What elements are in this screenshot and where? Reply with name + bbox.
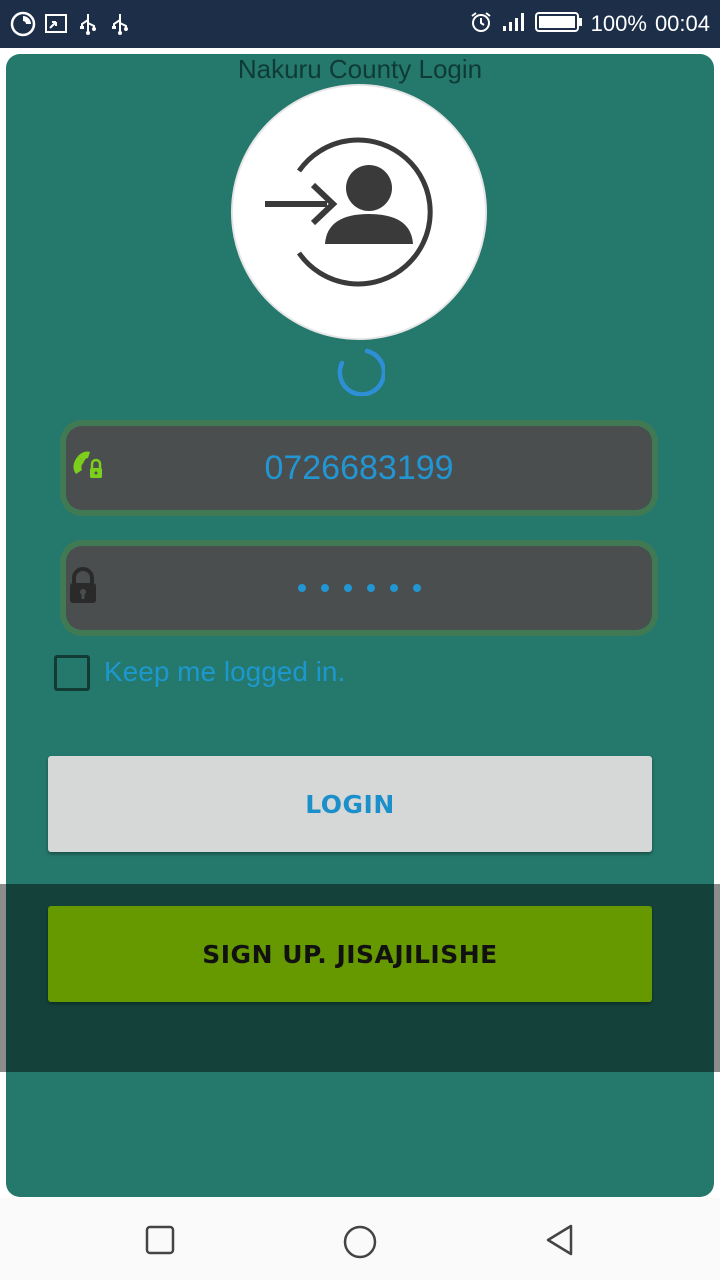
- keep-logged-in-checkbox[interactable]: [54, 655, 90, 691]
- login-user-icon: [265, 137, 433, 287]
- notification-icons: [10, 9, 132, 39]
- password-mask: [297, 584, 421, 592]
- loading-spinner: [337, 348, 385, 396]
- alarm-icon: [469, 10, 493, 38]
- signal-icon: [501, 11, 527, 37]
- status-bar: 100% 00:04: [0, 0, 720, 48]
- page-title: Nakuru County Login: [237, 54, 483, 84]
- phone-input[interactable]: 0726683199: [66, 426, 652, 510]
- usb-icon: [108, 12, 132, 36]
- password-input-box[interactable]: [66, 546, 652, 630]
- home-button[interactable]: [340, 1222, 380, 1262]
- battery-percent: 100%: [590, 11, 647, 36]
- navigation-bar: [0, 1198, 720, 1280]
- signup-button[interactable]: SIGN UP. JISAJILISHE: [48, 906, 652, 1002]
- phone-field[interactable]: 0726683199: [60, 420, 658, 516]
- usb-icon: [76, 12, 100, 36]
- app-notification-icon: [10, 11, 36, 37]
- phone-input-box[interactable]: 0726683199: [66, 426, 652, 510]
- clock: 00:04: [654, 11, 710, 36]
- login-avatar: [233, 86, 485, 338]
- cast-icon: [44, 12, 68, 36]
- system-icons: 100% 00:04: [469, 0, 710, 48]
- password-field[interactable]: [60, 540, 658, 636]
- password-input[interactable]: [66, 546, 652, 630]
- recents-button[interactable]: [142, 1222, 178, 1258]
- keep-logged-in-label[interactable]: Keep me logged in.: [104, 656, 345, 688]
- battery-icon: [534, 10, 583, 38]
- login-button[interactable]: LOGIN: [48, 756, 652, 852]
- back-button[interactable]: [542, 1222, 578, 1258]
